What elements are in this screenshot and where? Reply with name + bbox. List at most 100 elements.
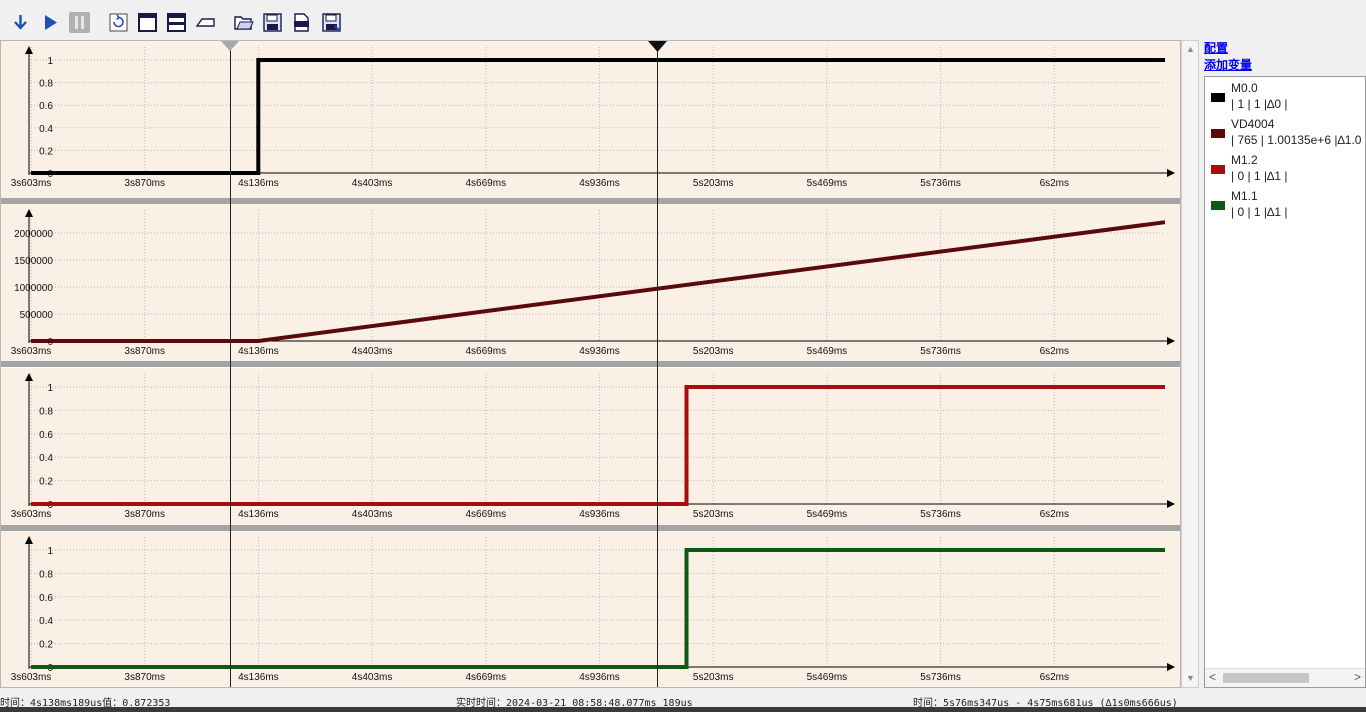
legend-item[interactable]: M1.1 | 0 | 1 |∆1 | [1205,185,1365,221]
refresh-icon [109,13,128,32]
pane-background [1,204,1180,361]
x-tick-label: 6s2ms [1040,346,1069,357]
x-tick-label: 3s603ms [11,178,52,189]
pause-icon [75,16,84,29]
x-tick-label: 4s403ms [352,178,393,189]
x-tick-label: 3s870ms [124,178,165,189]
x-tick-label: 4s136ms [238,509,279,520]
add-variable-link[interactable]: 添加变量 [1204,56,1252,73]
y-tick-label: 0.4 [39,453,53,464]
y-tick-label: 1 [47,383,53,394]
y-tick-label: 2000000 [14,229,53,240]
x-tick-label: 3s603ms [11,672,52,683]
trace-pane: 05000001000000150000020000003s603ms 3s870… [1,204,1180,367]
pane-divider [1,198,1180,204]
y-tick-label: 0.4 [39,616,53,627]
scroll-right-icon[interactable]: > [1354,670,1361,684]
pause-button[interactable] [69,12,90,33]
x-tick-label: 6s2ms [1040,509,1069,520]
x-tick-label: 5s203ms [693,509,734,520]
x-tick-label: 5s469ms [807,509,848,520]
play-button[interactable] [40,12,61,33]
eraser-icon [195,18,215,27]
legend-item[interactable]: VD4004 | 765 | 1.00135e+6 |∆1.0 [1205,113,1365,149]
refresh-button[interactable] [108,12,129,33]
x-tick-label: 3s870ms [124,672,165,683]
y-tick-label: 0.8 [39,406,53,417]
x-tick-label: 5s203ms [693,346,734,357]
x-tick-label: 4s136ms [238,346,279,357]
folder-open-icon [234,16,254,30]
legend-variable-name: M1.1 [1231,189,1258,203]
export-csv-button[interactable] [291,12,312,33]
save-button[interactable] [262,12,283,33]
x-tick-label: 5s469ms [807,672,848,683]
scrollbar-thumb[interactable] [1223,673,1309,683]
split-window-button[interactable] [166,12,187,33]
window-bottom-edge [0,707,1366,712]
legend-item[interactable]: M0.0 | 1 | 1 |∆0 | [1205,77,1365,113]
y-tick-label: 1500000 [14,256,53,267]
color-swatch[interactable] [1211,201,1225,210]
erase-button[interactable] [195,12,216,33]
trace-chart-svg[interactable]: 00.20.40.60.813s603ms 3s870ms 4s136ms 4s403… [1,41,1180,687]
single-window-button[interactable] [137,12,158,33]
x-tick-label: 4s669ms [466,672,507,683]
y-tick-label: 1 [47,546,53,557]
scroll-up-icon[interactable]: ▲ [1186,45,1195,54]
legend-variable-stats: | 0 | 1 |∆1 | [1231,169,1288,183]
open-button[interactable] [233,12,254,33]
y-tick-label: 0.6 [39,101,53,112]
color-swatch[interactable] [1211,129,1225,138]
x-tick-label: 3s603ms [11,509,52,520]
config-link[interactable]: 配置 [1204,39,1228,56]
split-window-icon [167,13,186,32]
x-tick-label: 6s2ms [1040,178,1069,189]
save-as-button[interactable] [321,12,342,33]
color-swatch[interactable] [1211,93,1225,102]
legend-item[interactable]: M1.2 | 0 | 1 |∆1 | [1205,149,1365,185]
download-button[interactable] [10,12,31,33]
x-tick-label: 4s403ms [352,346,393,357]
horizontal-scrollbar[interactable]: < > [1205,668,1365,687]
legend-variable-name: VD4004 [1231,117,1275,131]
x-tick-label: 4s936ms [579,672,620,683]
x-tick-label: 5s736ms [920,178,961,189]
legend-variable-stats: | 0 | 1 |∆1 | [1231,205,1288,219]
x-tick-label: 5s736ms [920,346,961,357]
x-tick-label: 4s403ms [352,672,393,683]
y-tick-label: 0.6 [39,593,53,604]
trace-chart-area[interactable]: 0 0.2 0.4 0.6 0.8 1 3s603ms 3s870ms 4s136ms 4s403… [0,40,1181,688]
legend-variable-stats: | 765 | 1.00135e+6 |∆1.0 [1231,133,1362,147]
scroll-left-icon[interactable]: < [1209,670,1216,684]
pane-divider [1,525,1180,531]
csv-icon [294,13,309,32]
x-tick-label: 3s870ms [124,346,165,357]
x-tick-label: 4s669ms [466,346,507,357]
x-tick-label: 5s469ms [807,178,848,189]
y-tick-label: 0.8 [39,79,53,90]
y-tick-label: 0.2 [39,146,53,157]
pane-background [1,368,1180,525]
x-tick-label: 4s669ms [466,178,507,189]
save-as-icon [322,13,341,32]
play-icon [45,15,57,30]
color-swatch[interactable] [1211,165,1225,174]
x-tick-label: 4s136ms [238,672,279,683]
window-icon [138,13,157,32]
x-tick-label: 4s936ms [579,346,620,357]
trace-pane: 00.20.40.60.813s603ms 3s870ms 4s136ms 4s403… [1,368,1180,531]
toolbar [0,0,1366,40]
y-tick-label: 1 [47,56,53,67]
variable-legend-panel: M0.0 | 1 | 1 |∆0 | VD4004 | 765 | 1.0013… [1204,76,1366,688]
save-icon [263,13,282,32]
pane-background [1,531,1180,687]
y-tick-label: 0.2 [39,477,53,488]
vertical-scrollbar[interactable]: ▲ ▼ [1181,40,1199,688]
x-tick-label: 4s936ms [579,178,620,189]
legend-variable-name: M1.2 [1231,153,1258,167]
x-tick-label: 4s669ms [466,509,507,520]
scroll-down-icon[interactable]: ▼ [1186,674,1195,683]
y-tick-label: 0.6 [39,430,53,441]
x-tick-label: 4s403ms [352,509,393,520]
